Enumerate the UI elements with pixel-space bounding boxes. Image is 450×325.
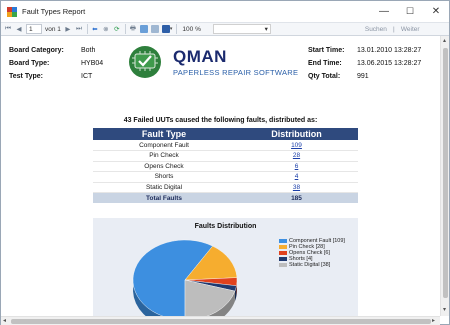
board-category-value: Both <box>81 47 96 54</box>
test-type-value: ICT <box>81 73 93 80</box>
next-page-icon[interactable]: ▶ <box>64 23 72 35</box>
stop-icon[interactable]: ⊗ <box>102 23 110 35</box>
toolbar-separator: | <box>393 25 395 33</box>
fault-type-cell: Shorts <box>93 171 235 183</box>
distribution-link[interactable]: 6 <box>235 161 358 172</box>
back-icon[interactable]: ⬅ <box>91 23 99 35</box>
table-header: Fault Type Distribution <box>93 128 358 140</box>
end-time-label: End Time: <box>308 60 342 67</box>
end-time-value: 13.06.2015 13:28:27 <box>357 60 422 67</box>
table-row: Static Digital 38 <box>93 182 358 193</box>
test-type-label: Test Type: <box>9 73 43 80</box>
prev-page-icon[interactable]: ◀ <box>15 23 23 35</box>
report-window: Fault Types Report — ☐ ✕ ⏮ ◀ 1 von 1 ▶ ⏭… <box>0 0 450 325</box>
close-button[interactable]: ✕ <box>423 1 449 22</box>
toolbar-divider <box>176 24 178 34</box>
qman-logo-icon <box>129 46 161 78</box>
column-header-fault-type: Fault Type <box>93 128 235 140</box>
start-time-label: Start Time: <box>308 47 345 54</box>
page-setup-icon[interactable] <box>150 23 159 35</box>
app-icon <box>7 6 17 17</box>
chart-legend: Component Fault [109] Pin Check [28] Opens… <box>279 238 345 268</box>
page-of-label: von 1 <box>45 25 61 33</box>
start-time-value: 13.01.2010 13:28:27 <box>357 47 422 54</box>
export-icon[interactable]: ▾ <box>161 23 172 35</box>
vertical-scrollbar[interactable]: ▴ ▾ <box>440 36 449 316</box>
distribution-link[interactable]: 109 <box>235 140 358 151</box>
search-link[interactable]: Suchen <box>365 23 387 35</box>
window-title: Fault Types Report <box>22 7 86 16</box>
toolbar-divider <box>86 24 88 34</box>
title-bar: Fault Types Report — ☐ ✕ <box>1 1 449 22</box>
maximize-button[interactable]: ☐ <box>397 1 423 22</box>
vertical-scroll-thumb[interactable] <box>443 48 448 298</box>
distribution-link[interactable]: 4 <box>235 171 358 183</box>
fault-type-cell: Pin Check <box>93 150 235 162</box>
last-page-icon[interactable]: ⏭ <box>75 23 83 35</box>
print-icon[interactable]: 🖶 <box>129 23 137 35</box>
page-number-input[interactable]: 1 <box>26 24 42 34</box>
total-row: Total Faults 185 <box>93 192 358 203</box>
total-value: 185 <box>235 192 358 203</box>
fault-type-cell: Component Fault <box>93 140 235 151</box>
column-header-distribution: Distribution <box>235 128 358 140</box>
summary-text: 43 Failed UUTs caused the following faul… <box>123 117 318 124</box>
logo-title: QMAN <box>173 47 227 66</box>
fault-type-cell: Opens Check <box>93 161 235 172</box>
qty-total-label: Qty Total: <box>308 73 341 80</box>
scroll-left-icon[interactable]: ◂ <box>3 317 6 324</box>
qty-total-value: 991 <box>357 73 369 80</box>
horizontal-scroll-thumb[interactable] <box>11 319 431 324</box>
table-row: Pin Check 28 <box>93 150 358 162</box>
scroll-down-icon[interactable]: ▾ <box>443 306 446 313</box>
board-type-label: Board Type: <box>9 60 50 67</box>
legend-label: Static Digital [38] <box>289 262 331 268</box>
board-type-value: HYB04 <box>81 60 104 67</box>
fault-type-cell: Static Digital <box>93 182 235 193</box>
horizontal-scrollbar[interactable]: ◂ ▸ <box>1 316 440 325</box>
legend-swatch <box>279 263 287 267</box>
legend-swatch <box>279 251 287 255</box>
report-view: Board Category: Both Board Type: HYB04 T… <box>1 36 440 316</box>
first-page-icon[interactable]: ⏮ <box>4 23 12 35</box>
legend-item: Static Digital [38] <box>279 262 345 268</box>
table-row: Component Fault 109 <box>93 140 358 151</box>
legend-swatch <box>279 245 287 249</box>
refresh-icon[interactable]: ⟳ <box>113 23 121 35</box>
zoom-dropdown[interactable]: ▾ <box>212 24 271 34</box>
report-toolbar: ⏮ ◀ 1 von 1 ▶ ⏭ ⬅ ⊗ ⟳ 🖶 ▾ 100 % ▾ Suchen… <box>1 22 449 36</box>
next-link[interactable]: Weiter <box>401 23 420 35</box>
minimize-button[interactable]: — <box>371 1 397 22</box>
print-layout-icon[interactable] <box>139 23 148 35</box>
fault-table: Fault Type Distribution Component Fault … <box>93 128 358 203</box>
logo-subtitle: PAPERLESS REPAIR SOFTWARE <box>173 68 299 77</box>
legend-swatch <box>279 239 287 243</box>
table-row: Shorts 4 <box>93 171 358 183</box>
scroll-up-icon[interactable]: ▴ <box>443 37 446 44</box>
legend-swatch <box>279 257 287 261</box>
total-label: Total Faults <box>93 192 235 203</box>
distribution-link[interactable]: 28 <box>235 150 358 162</box>
zoom-value[interactable]: 100 % <box>182 23 200 35</box>
scroll-right-icon[interactable]: ▸ <box>432 317 435 324</box>
board-category-label: Board Category: <box>9 47 64 54</box>
faults-chart: Faults Distribution Component Fault [109… <box>93 218 358 316</box>
table-row: Opens Check 6 <box>93 161 358 172</box>
distribution-link[interactable]: 38 <box>235 182 358 193</box>
toolbar-divider <box>124 24 126 34</box>
